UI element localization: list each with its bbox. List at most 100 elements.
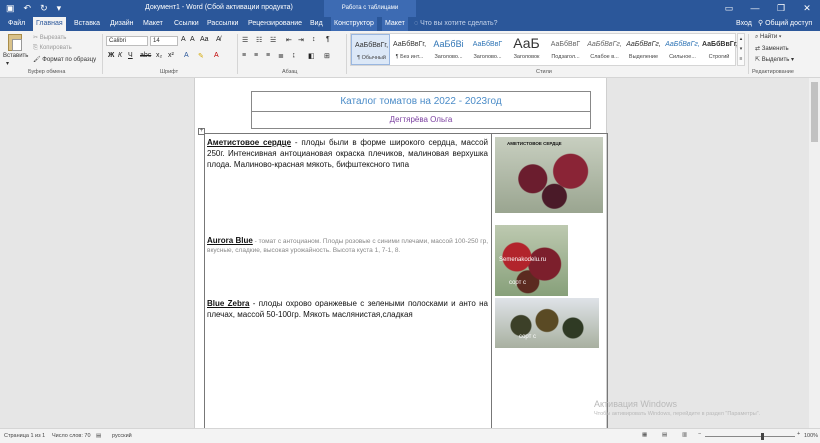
underline-icon[interactable]: Ч bbox=[128, 52, 133, 59]
amethyst-heart-photo[interactable]: АМЕТИСТОВОЕ СЕРДЦЕ bbox=[495, 137, 603, 213]
multilevel-list-icon[interactable]: ☱ bbox=[270, 36, 276, 44]
align-center-icon[interactable]: ≡ bbox=[254, 52, 258, 59]
style-title[interactable]: АаБ Заголовок bbox=[507, 34, 546, 65]
grow-font-icon[interactable]: A bbox=[181, 36, 186, 43]
clear-format-icon[interactable]: A̸ bbox=[216, 36, 221, 43]
style-subtle-emphasis[interactable]: АаБбВвГг, Слабое в... bbox=[585, 34, 624, 65]
highlight-icon[interactable]: ✎ bbox=[198, 52, 204, 60]
customize-qat-icon[interactable]: ▾ bbox=[57, 3, 62, 13]
ribbon-display-icon[interactable]: ▭ bbox=[716, 0, 742, 17]
tab-review[interactable]: Рецензирование bbox=[245, 17, 305, 31]
replace-button[interactable]: ⇄ Заменить bbox=[755, 45, 789, 52]
zoom-slider-thumb[interactable] bbox=[761, 433, 764, 440]
tab-design[interactable]: Дизайн bbox=[107, 17, 137, 31]
font-size-select[interactable]: 14 bbox=[150, 36, 178, 46]
borders-icon[interactable]: ⊞ bbox=[324, 52, 330, 60]
style-strong[interactable]: АаБбВвГг, Строгий bbox=[702, 34, 738, 65]
text-effects-icon[interactable]: A bbox=[184, 52, 189, 59]
entry-description: - плоды охрово оранжевые с зелеными поло… bbox=[207, 299, 489, 319]
shading-icon[interactable]: ◧ bbox=[308, 52, 315, 60]
style-heading-2[interactable]: АаБбВвГ Заголово... bbox=[468, 34, 507, 65]
blue-zebra-photo[interactable]: сорт с bbox=[495, 298, 599, 348]
close-button[interactable]: ✕ bbox=[794, 0, 820, 17]
share-button[interactable]: ⚲ Общий доступ bbox=[758, 17, 812, 30]
bullets-icon[interactable]: ☰ bbox=[242, 36, 248, 44]
bold-icon[interactable]: Ж bbox=[108, 52, 114, 59]
zoom-in-icon[interactable]: + bbox=[797, 431, 800, 437]
minimize-button[interactable]: — bbox=[742, 0, 768, 17]
tab-home[interactable]: Главная bbox=[33, 17, 66, 31]
copy-button[interactable]: ⎘ Копировать bbox=[33, 45, 72, 52]
search-icon: ⌕ bbox=[755, 34, 759, 40]
align-right-icon[interactable]: ≡ bbox=[266, 52, 270, 59]
paste-button[interactable]: Вставить bbox=[3, 53, 28, 59]
style-heading-1[interactable]: АаБбВі Заголово... bbox=[429, 34, 468, 65]
redo-icon[interactable]: ↻ bbox=[40, 3, 48, 13]
numbering-icon[interactable]: ☷ bbox=[256, 36, 262, 44]
save-icon[interactable]: ▣ bbox=[6, 3, 15, 13]
page-counter[interactable]: Страница 1 из 1 bbox=[4, 433, 45, 439]
table-column-border[interactable] bbox=[491, 133, 492, 428]
catalog-author[interactable]: Дегтярёва Ольга bbox=[252, 112, 590, 128]
language[interactable]: русский bbox=[112, 433, 132, 439]
restore-button[interactable]: ❐ bbox=[768, 0, 794, 17]
ribbon: Вставить ▾ ✂ Вырезать ⎘ Копировать 🖌 Фор… bbox=[0, 31, 820, 78]
sign-in-link[interactable]: Вход bbox=[736, 17, 752, 30]
strikethrough-icon[interactable]: abc bbox=[140, 52, 151, 59]
style-subtitle[interactable]: АаБбВвГ Подзагол... bbox=[546, 34, 585, 65]
styles-scroll[interactable]: ▴ ▾ ≡ bbox=[737, 33, 745, 66]
aurora-blue-photo[interactable]: Semenakodelu.ru сорт с bbox=[495, 225, 568, 296]
web-layout-icon[interactable]: ▥ bbox=[682, 432, 687, 438]
scrollbar-thumb[interactable] bbox=[811, 82, 818, 142]
tab-insert[interactable]: Вставка bbox=[71, 17, 103, 31]
align-left-icon[interactable]: ≡ bbox=[242, 52, 246, 59]
increase-indent-icon[interactable]: ⇥ bbox=[298, 36, 304, 44]
superscript-icon[interactable]: x² bbox=[168, 52, 174, 59]
read-mode-icon[interactable]: ▦ bbox=[642, 432, 647, 438]
font-name-select[interactable]: Calibri bbox=[106, 36, 148, 46]
tell-me-box[interactable]: ◌ Что вы хотите сделать? bbox=[414, 17, 498, 31]
paste-dropdown-icon[interactable]: ▾ bbox=[6, 60, 9, 67]
find-button[interactable]: ⌕ Найти ▾ bbox=[755, 34, 781, 41]
font-group-label: Шрифт bbox=[160, 69, 179, 75]
tab-view[interactable]: Вид bbox=[307, 17, 326, 31]
subscript-icon[interactable]: x₂ bbox=[156, 52, 162, 59]
tab-table-design[interactable]: Конструктор bbox=[331, 17, 377, 31]
format-painter-button[interactable]: 🖌 Формат по образцу bbox=[33, 56, 96, 63]
italic-icon[interactable]: К bbox=[118, 52, 122, 59]
entry-aurora-blue[interactable]: Aurora Blue - томат с антоцианом. Плоды … bbox=[207, 236, 488, 255]
style-emphasis[interactable]: АаБбВвГг, Выделение bbox=[624, 34, 663, 65]
proofing-icon[interactable]: ▤ bbox=[96, 433, 101, 439]
tab-mailings[interactable]: Рассылки bbox=[204, 17, 241, 31]
title-table[interactable]: Каталог томатов на 2022 - 2023год Дегтяр… bbox=[251, 91, 591, 129]
tab-references[interactable]: Ссылки bbox=[171, 17, 202, 31]
undo-icon[interactable]: ↶ bbox=[24, 3, 32, 13]
word-count[interactable]: Число слов: 70 bbox=[52, 433, 91, 439]
select-button[interactable]: ⇱ Выделить ▾ bbox=[755, 56, 794, 63]
shrink-font-icon[interactable]: A bbox=[190, 36, 195, 43]
vertical-scrollbar[interactable] bbox=[809, 78, 820, 428]
entry-amethyst-heart[interactable]: Аметистовое сердце - плоды были в форме … bbox=[207, 137, 488, 170]
style-normal[interactable]: АаБбВвГг, ¶ Обычный bbox=[351, 34, 390, 65]
tab-layout[interactable]: Макет bbox=[140, 17, 166, 31]
line-spacing-icon[interactable]: ↨ bbox=[292, 52, 296, 59]
tab-table-layout[interactable]: Макет bbox=[382, 17, 408, 31]
cut-button[interactable]: ✂ Вырезать bbox=[33, 34, 66, 41]
pilcrow-icon[interactable]: ¶ bbox=[326, 36, 330, 43]
entry-blue-zebra[interactable]: Blue Zebra - плоды охрово оранжевые с зе… bbox=[207, 298, 488, 320]
style-intense-emphasis[interactable]: АаБбВвГг, Сильное... bbox=[663, 34, 702, 65]
font-color-icon[interactable]: A bbox=[214, 52, 219, 59]
zoom-out-icon[interactable]: − bbox=[698, 431, 701, 437]
justify-icon[interactable]: ≣ bbox=[278, 52, 284, 60]
editing-group-label: Редактирование bbox=[752, 69, 794, 75]
tab-file[interactable]: Файл bbox=[5, 17, 28, 31]
style-no-spacing[interactable]: АаБбВвГг, ¶ Без инт... bbox=[390, 34, 429, 65]
paste-icon[interactable] bbox=[8, 34, 22, 51]
zoom-slider[interactable] bbox=[705, 433, 795, 440]
change-case-icon[interactable]: Aa bbox=[200, 36, 209, 43]
zoom-level[interactable]: 100% bbox=[804, 433, 818, 439]
catalog-title[interactable]: Каталог томатов на 2022 - 2023год bbox=[252, 92, 590, 112]
decrease-indent-icon[interactable]: ⇤ bbox=[286, 36, 292, 44]
print-layout-icon[interactable]: ▤ bbox=[662, 432, 667, 438]
sort-icon[interactable]: ↕ bbox=[312, 36, 316, 43]
